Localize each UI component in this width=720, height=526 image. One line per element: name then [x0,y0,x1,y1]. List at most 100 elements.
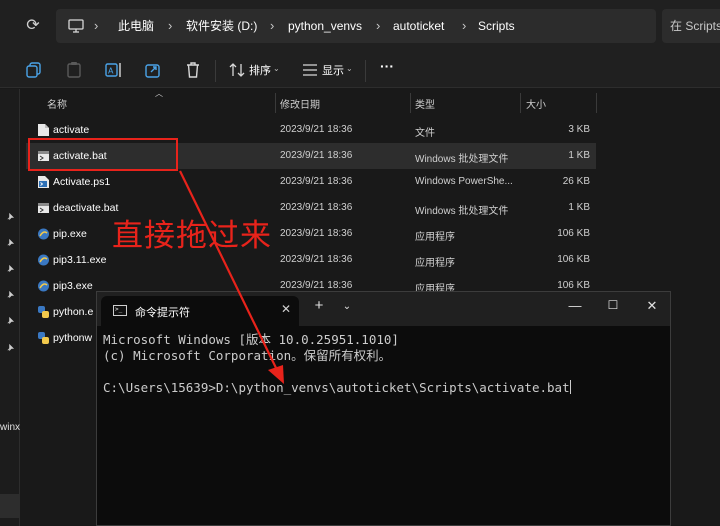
window-close-icon[interactable]: ✕ [642,298,662,314]
terminal-titlebar[interactable]: >_ 命令提示符 ✕ + ⌄ — ☐ ✕ [97,292,670,326]
breadcrumb-separator: › [462,18,467,33]
pin-icon[interactable] [6,316,15,325]
file-type: Windows 批处理文件 [415,206,509,217]
search-box[interactable]: 在 Scripts [662,9,720,43]
view-icon[interactable] [300,60,320,80]
address-row: ⟳ › 此电脑 › 软件安装 (D:) › python_venvs › aut… [0,0,720,52]
python-icon [38,306,49,318]
breadcrumb-autoticket[interactable]: autoticket [393,9,444,43]
column-divider[interactable] [520,93,521,113]
file-name: pythonw [53,332,93,344]
file-date: 2023/9/21 18:36 [280,254,353,265]
nav-item-partial[interactable]: winx [0,422,20,433]
tab-dropdown-icon[interactable]: ⌄ [337,301,357,312]
breadcrumb-drive-d[interactable]: 软件安装 (D:) [186,9,257,43]
terminal-output[interactable]: Microsoft Windows [版本 10.0.25951.1010] (c… [103,332,571,396]
breadcrumb-separator: › [168,18,173,33]
file-date: 2023/9/21 18:36 [280,280,353,291]
navigation-pane [0,89,20,526]
terminal-tab[interactable]: >_ 命令提示符 ✕ [101,296,299,326]
column-header-size[interactable]: 大小 [526,96,546,111]
pin-icon[interactable] [6,264,15,273]
more-options-icon[interactable]: ··· [380,58,394,74]
toolbar-separator [365,60,366,82]
exe-icon [38,254,49,266]
column-header-date[interactable]: 修改日期 [280,96,320,111]
text-cursor [569,380,571,394]
file-size: 106 KB [557,280,590,291]
share-icon[interactable] [143,60,163,80]
new-tab-button[interactable]: + [309,297,329,314]
column-header-name[interactable]: 名称 [47,96,67,111]
view-button[interactable]: 显示 [322,62,344,78]
annotation-text: 直接拖过来 [112,218,272,254]
tab-close-icon[interactable]: ✕ [281,302,291,316]
sort-caret-icon: ︿ [155,89,163,98]
file-type: 应用程序 [415,258,455,269]
file-date: 2023/9/21 18:36 [280,150,353,161]
file-type: Windows PowerShe... [415,176,513,187]
exe-icon [38,228,49,240]
column-header-type[interactable]: 类型 [415,96,435,111]
toolbar-separator [215,60,216,82]
terminal-command: C:\Users\15639>D:\python_venvs\autoticke… [103,380,570,395]
copy-icon[interactable] [24,60,44,80]
file-name: pip3.exe [53,280,93,292]
chevron-down-icon: ⌄ [346,64,353,73]
maximize-icon[interactable]: ☐ [603,298,623,312]
breadcrumb-this-pc[interactable]: 此电脑 [118,9,154,43]
command-prompt-window[interactable]: >_ 命令提示符 ✕ + ⌄ — ☐ ✕ Microsoft Windows [… [96,291,671,526]
paste-icon [67,62,81,78]
search-placeholder: 在 Scripts [670,19,720,33]
file-name: deactivate.bat [53,202,119,214]
file-name: pip.exe [53,228,87,240]
svg-text:A: A [108,67,114,76]
address-bar[interactable]: › 此电脑 › 软件安装 (D:) › python_venvs › autot… [56,9,656,43]
file-date: 2023/9/21 18:36 [280,228,353,239]
cmd-icon: >_ [113,305,127,316]
chevron-down-icon: ⌄ [273,64,280,73]
column-divider[interactable] [596,93,597,113]
file-name: pip3.11.exe [53,254,107,266]
python-icon [38,332,49,344]
file-name: activate [53,124,90,136]
nav-item-selected[interactable] [0,494,20,518]
file-name: python.e [53,306,94,318]
file-name: Activate.ps1 [53,176,111,188]
pin-icon[interactable] [6,238,15,247]
column-divider[interactable] [410,93,411,113]
breadcrumb-python-venvs[interactable]: python_venvs [288,9,362,43]
pin-icon[interactable] [6,343,15,352]
file-size: 1 KB [568,202,590,213]
delete-icon[interactable] [183,60,203,80]
minimize-icon[interactable]: — [565,298,585,313]
breadcrumb-separator: › [270,18,275,33]
sort-icon[interactable] [227,60,247,80]
terminal-line: (c) Microsoft Corporation。保留所有权利。 [103,348,392,363]
highlight-box [28,138,178,171]
file-size: 1 KB [568,150,590,161]
column-divider[interactable] [275,93,276,113]
refresh-icon[interactable]: ⟳ [22,15,44,37]
file-type: 应用程序 [415,232,455,243]
file-type: 文件 [415,128,435,139]
file-date: 2023/9/21 18:36 [280,124,353,135]
terminal-line: Microsoft Windows [版本 10.0.25951.1010] [103,332,399,347]
sort-button[interactable]: 排序 [249,62,271,78]
bat-icon [38,203,49,213]
file-row-activate-ps1[interactable]: Activate.ps1 2023/9/21 18:36 Windows Pow… [26,169,596,195]
breadcrumb-separator: › [94,18,99,33]
file-size: 106 KB [557,228,590,239]
rename-icon[interactable]: A [104,60,124,80]
pin-icon[interactable] [6,212,15,221]
terminal-prompt-line[interactable]: C:\Users\15639>D:\python_venvs\autoticke… [103,380,571,396]
file-size: 3 KB [568,124,590,135]
terminal-tab-title: 命令提示符 [135,307,190,319]
computer-icon [68,19,84,33]
exe-icon [38,280,49,292]
pin-icon[interactable] [6,290,15,299]
file-size: 106 KB [557,254,590,265]
breadcrumb-scripts[interactable]: Scripts [478,9,515,43]
file-date: 2023/9/21 18:36 [280,176,353,187]
